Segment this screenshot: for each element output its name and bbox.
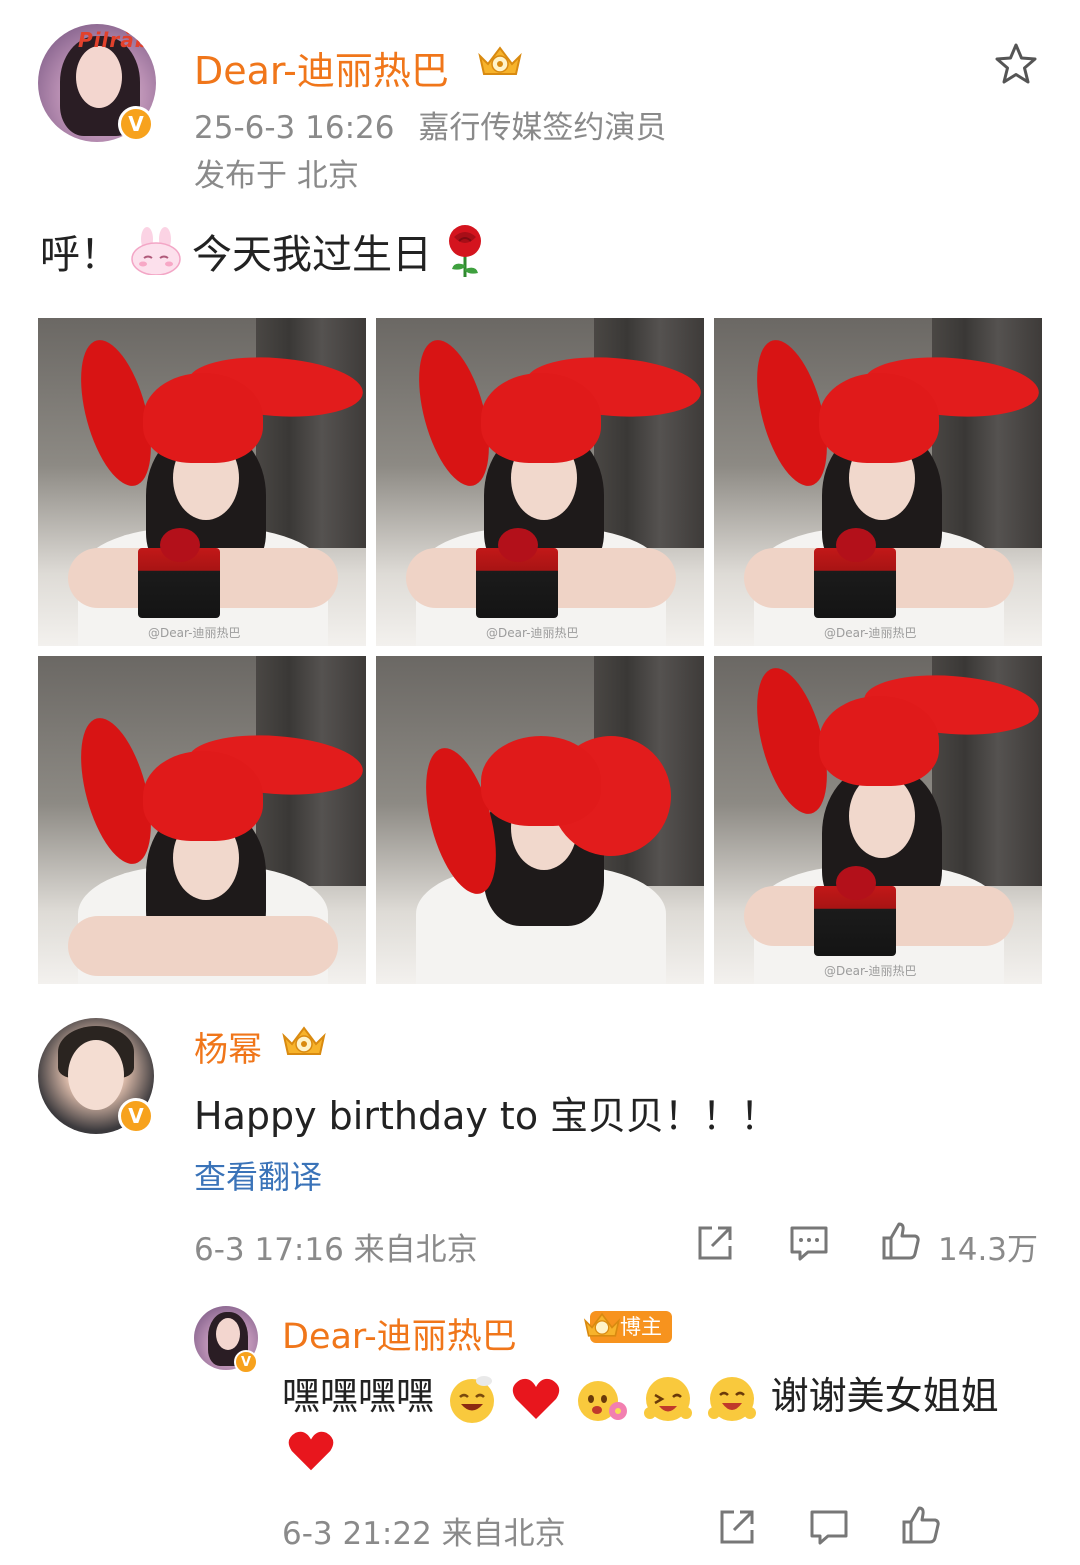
post-timestamp: 25-6-3 16:26 <box>194 110 395 146</box>
rose-emoji-icon <box>449 225 481 277</box>
reply-meta: 6-3 21:22 来自北京 <box>282 1516 566 1552</box>
like-icon[interactable] <box>880 1220 922 1262</box>
verified-icon: V <box>118 106 154 142</box>
replier-name[interactable]: Dear-迪丽热巴 <box>282 1308 517 1359</box>
verified-icon: V <box>234 1350 258 1374</box>
author-name[interactable]: Dear-迪丽热巴 <box>194 40 449 95</box>
crown-badge-icon[interactable] <box>476 42 524 80</box>
reply-text-end: 谢谢美女姐姐 <box>770 1374 999 1418</box>
comment-text: Happy birthday to 宝贝贝！！！ <box>194 1094 779 1138</box>
verified-icon: V <box>118 1098 154 1134</box>
comment-meta: 6-3 17:16 来自北京 <box>194 1232 478 1268</box>
wink-emoji-icon <box>644 1376 693 1421</box>
share-icon[interactable] <box>694 1222 736 1264</box>
blogger-tag: 博主 <box>583 1311 672 1343</box>
photo-thumbnail[interactable]: @Dear-迪丽热巴 <box>714 318 1042 646</box>
reply-text-start: 嘿嘿嘿嘿 <box>282 1374 435 1418</box>
share-icon[interactable] <box>716 1506 758 1548</box>
post-location: 发布于 北京 <box>194 158 359 194</box>
translate-link[interactable]: 查看翻译 <box>194 1152 322 1198</box>
commenter-name[interactable]: 杨幂 <box>194 1022 262 1071</box>
photo-watermark: @Dear-迪丽热巴 <box>824 964 917 978</box>
like-count: 14.3万 <box>938 1232 1039 1268</box>
photo-grid: @Dear-迪丽热巴 @Dear-迪丽热巴 @Dear-迪丽热巴 @Dear-迪… <box>38 318 1042 984</box>
photo-thumbnail[interactable] <box>38 656 366 984</box>
post-text: 呼！ 今天我过生日 <box>40 222 488 280</box>
crown-badge-icon[interactable] <box>280 1022 328 1060</box>
blogger-tag-label: 博主 <box>620 1315 662 1339</box>
laugh-emoji-icon <box>708 1376 757 1421</box>
photo-thumbnail[interactable] <box>376 656 704 984</box>
flower-emoji-icon <box>578 1380 628 1421</box>
star-icon[interactable] <box>992 40 1040 88</box>
bunny-emoji-icon <box>131 227 181 275</box>
photo-thumbnail[interactable]: @Dear-迪丽热巴 <box>714 656 1042 984</box>
grin-emoji-icon <box>450 1375 495 1423</box>
photo-watermark: @Dear-迪丽热巴 <box>148 626 241 640</box>
author-title: 嘉行传媒签约演员 <box>418 110 667 146</box>
photo-thumbnail[interactable]: @Dear-迪丽热巴 <box>38 318 366 646</box>
post-header: Pilràba V Dear-迪丽热巴 25-6-3 16:26 嘉行传媒签约演… <box>0 0 1080 200</box>
post-meta: 25-6-3 16:26 嘉行传媒签约演员 <box>194 102 666 147</box>
photo-thumbnail[interactable]: @Dear-迪丽热巴 <box>376 318 704 646</box>
comment-icon[interactable] <box>788 1222 830 1264</box>
avatar-logo-text: Pilràba <box>78 28 156 52</box>
photo-watermark: @Dear-迪丽热巴 <box>824 626 917 640</box>
post-text-prefix: 呼！ <box>40 232 120 278</box>
heart-icon <box>288 1431 334 1471</box>
photo-watermark: @Dear-迪丽热巴 <box>486 626 579 640</box>
heart-icon <box>513 1378 560 1419</box>
comment-icon[interactable] <box>808 1506 850 1548</box>
crown-badge-icon <box>583 1312 621 1337</box>
like-icon[interactable] <box>900 1504 942 1546</box>
reply-text: 嘿嘿嘿嘿 谢谢美女姐姐 <box>282 1365 999 1425</box>
post-text-main: 今天我过生日 <box>192 232 432 278</box>
